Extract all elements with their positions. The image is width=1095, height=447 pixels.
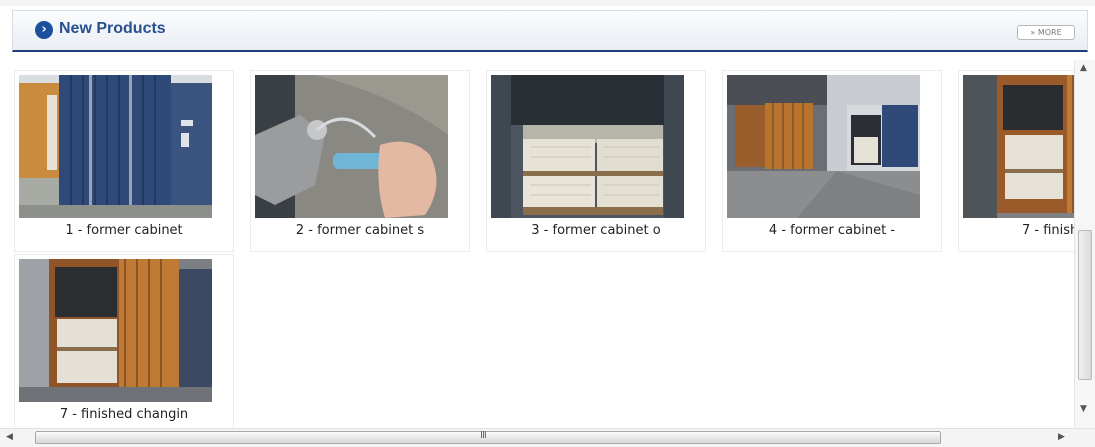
product-card[interactable]: 2 - former cabinet s	[250, 70, 470, 252]
product-card[interactable]: 3 - former cabinet o	[486, 70, 706, 252]
vertical-scrollbar[interactable]: ▲ ▼	[1074, 60, 1095, 428]
product-caption[interactable]: 7 - finished ch	[959, 223, 1074, 238]
product-grid: 1 - former cabinet 2 - former cabinet s	[0, 60, 1074, 430]
product-thumbnail[interactable]	[491, 75, 684, 218]
product-caption[interactable]: 4 - former cabinet -	[723, 223, 941, 238]
scroll-up-arrow-icon[interactable]: ▲	[1080, 63, 1087, 73]
vertical-scroll-thumb[interactable]	[1078, 230, 1092, 380]
product-card[interactable]: 7 - finished changin	[14, 254, 234, 430]
top-border	[0, 0, 1095, 6]
product-card[interactable]: 1 - former cabinet	[14, 70, 234, 252]
horizontal-scrollbar[interactable]: ◀ III ▶	[0, 428, 1095, 447]
scroll-down-arrow-icon[interactable]: ▼	[1080, 404, 1087, 414]
product-thumbnail[interactable]	[255, 75, 448, 218]
arrow-circle-icon: ›	[35, 21, 53, 39]
product-thumbnail[interactable]	[19, 259, 212, 402]
product-caption[interactable]: 1 - former cabinet	[15, 223, 233, 238]
scroll-left-arrow-icon[interactable]: ◀	[6, 432, 13, 442]
panel-title: New Products	[59, 20, 166, 37]
product-thumbnail[interactable]	[963, 75, 1074, 218]
product-caption[interactable]: 3 - former cabinet o	[487, 223, 705, 238]
panel-header: › New Products » MORE	[12, 10, 1088, 52]
product-thumbnail[interactable]	[19, 75, 212, 218]
product-caption[interactable]: 2 - former cabinet s	[251, 223, 469, 238]
product-card[interactable]: 4 - former cabinet -	[722, 70, 942, 252]
product-card[interactable]: 7 - finished ch	[958, 70, 1074, 252]
horizontal-scroll-thumb[interactable]: III	[35, 430, 941, 444]
product-thumbnail[interactable]	[727, 75, 920, 218]
scroll-right-arrow-icon[interactable]: ▶	[1058, 432, 1065, 442]
more-button[interactable]: » MORE	[1017, 25, 1075, 40]
scroll-grip: III	[480, 430, 487, 441]
product-caption[interactable]: 7 - finished changin	[15, 407, 233, 422]
